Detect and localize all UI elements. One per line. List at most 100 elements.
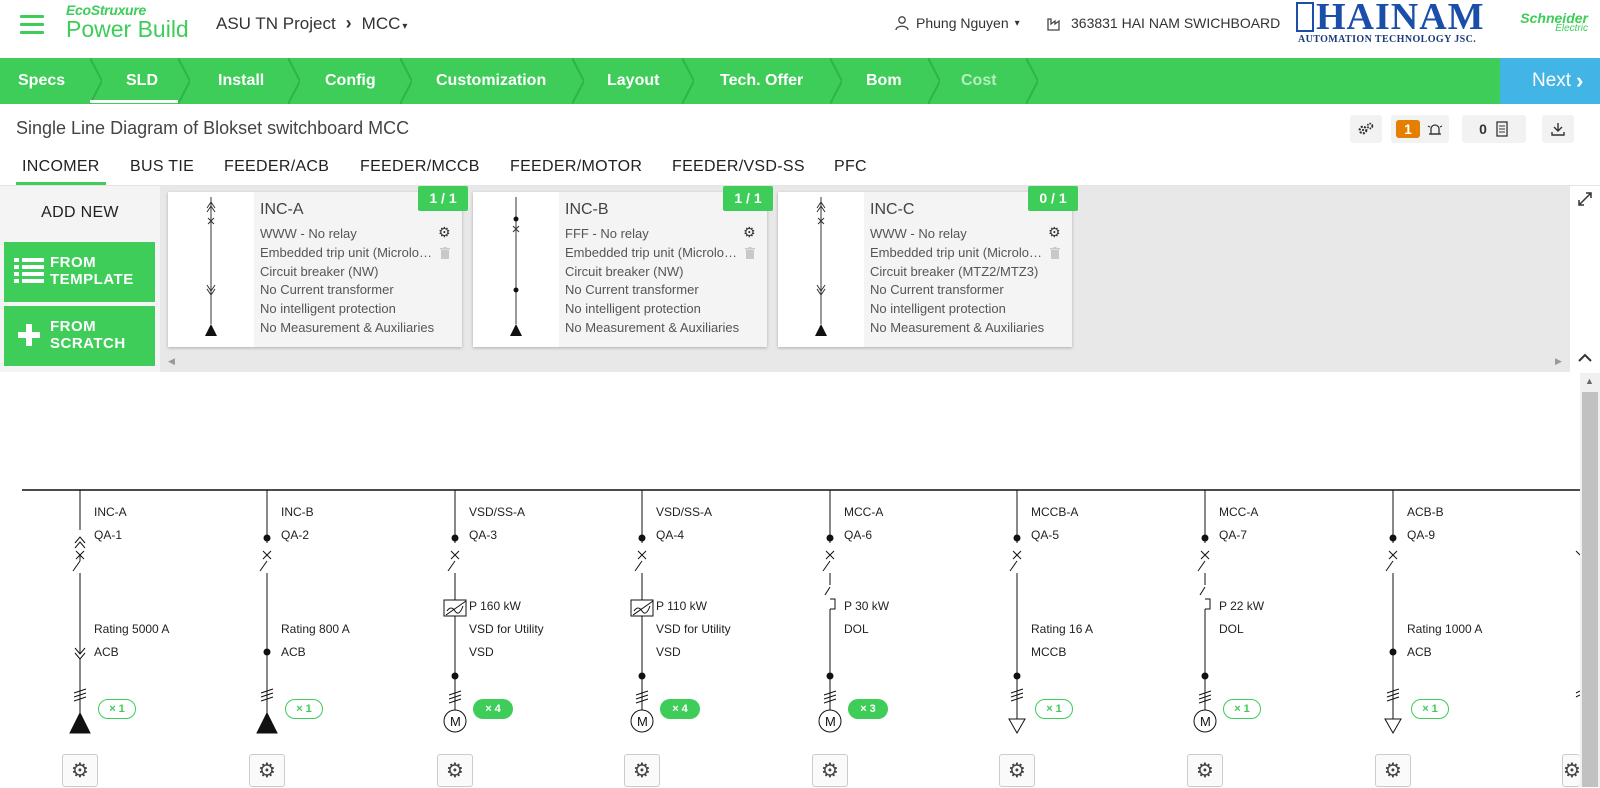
motor-icon: M [1200,714,1211,729]
card-detail: Embedded trip unit (Micrologic) [260,245,435,260]
feeder-detail: Rating 1000 A [1407,622,1483,636]
step-sld[interactable]: SLD [126,58,158,104]
feeder-settings-button[interactable]: ⚙ [1562,754,1580,787]
gear-icon[interactable]: ⚙ [438,224,451,241]
breaker-symbol-icon [205,197,217,336]
step-layout[interactable]: Layout [607,58,659,104]
alerts-button[interactable]: 1 [1391,115,1449,143]
card-detail: No Measurement & Auxiliaries [260,320,435,335]
feeder-name: INC-A [94,505,127,519]
card-detail: Circuit breaker (MTZ2/MTZ3) [870,264,1039,279]
tab-pfc[interactable]: PFC [834,158,867,176]
next-button[interactable]: Next › [1500,58,1600,104]
notes-button[interactable]: 0 [1462,115,1526,143]
hainam-logo: HAINAM AUTOMATION TECHNOLOGY JSC. [1296,0,1496,45]
trash-icon[interactable] [1050,247,1060,262]
user-menu[interactable]: Phung Nguyen ▾ [894,15,1020,31]
incomer-card-inc-c[interactable]: INC-C WWW - No relay Embedded trip unit … [778,186,1078,347]
quantity-badge[interactable]: × 1 [98,699,136,719]
scroll-up-icon[interactable]: ▲ [1585,376,1594,386]
switchboard-selector[interactable]: MCC ▾ [362,14,408,34]
notes-count: 0 [1479,121,1487,137]
tab-feeder-acb[interactable]: FEEDER/ACB [224,158,329,176]
quantity-badge[interactable]: × 1 [1223,699,1261,719]
factory-icon [1047,17,1060,31]
feeder-settings-button[interactable]: ⚙ [1187,754,1223,787]
step-specs[interactable]: Specs [18,58,65,104]
scroll-right-icon[interactable]: ▶ [1555,356,1562,367]
breadcrumb-project[interactable]: ASU TN Project [216,14,336,34]
expand-icon[interactable] [1578,192,1592,209]
strip-side-panel [1570,186,1600,372]
step-bom[interactable]: Bom [866,58,902,104]
feeder-settings-button[interactable]: ⚙ [1375,754,1411,787]
feeder-name: MCC-A [844,505,884,519]
step-config[interactable]: Config [325,58,376,104]
step-separator [830,58,842,104]
card-detail: No Current transformer [870,282,1004,297]
scroll-left-icon[interactable]: ◀ [168,356,175,367]
step-tech-offer[interactable]: Tech. Offer [720,58,803,104]
step-cost[interactable]: Cost [961,58,997,104]
gear-icon[interactable]: ⚙ [1048,224,1061,241]
active-step-indicator [90,100,178,103]
quantity-badge[interactable]: × 3 [848,699,888,719]
menu-icon[interactable] [20,15,44,35]
feeder-settings-button[interactable]: ⚙ [249,754,285,787]
gears-icon [1358,122,1374,135]
hainam-logo-subtext: AUTOMATION TECHNOLOGY JSC. [1298,34,1477,45]
step-install[interactable]: Install [218,58,264,104]
hainam-mark-icon [1296,2,1314,32]
card-detail: Circuit breaker (NW) [260,264,379,279]
quantity-badge[interactable]: × 1 [285,699,323,719]
download-button[interactable] [1542,115,1574,143]
breaker-symbol-icon [815,197,827,336]
step-separator [400,58,412,104]
tab-incomer[interactable]: INCOMER [22,158,100,176]
card-detail: Circuit breaker (NW) [565,264,684,279]
quantity-badge[interactable]: × 4 [473,699,513,719]
card-title: INC-C [870,201,915,218]
feeder-detail: ACB [281,645,306,659]
feeder-detail: P 110 kW [656,599,707,613]
quantity-badge[interactable]: × 1 [1035,699,1073,719]
feeder-code: QA-7 [1219,528,1248,542]
feeder-symbol-mcc-a-2 [1193,490,1217,733]
collapse-icon[interactable] [1578,350,1592,366]
from-scratch-button[interactable]: FROM SCRATCH [4,306,155,366]
trash-icon[interactable] [745,247,755,262]
step-separator [90,58,102,104]
trash-icon[interactable] [440,247,450,262]
feeder-settings-button[interactable]: ⚙ [437,754,473,787]
feeder-settings-button[interactable]: ⚙ [624,754,660,787]
usage-count-badge: 1 / 1 [723,186,773,211]
step-separator [1026,58,1038,104]
card-detail: No Current transformer [260,282,394,297]
step-customization[interactable]: Customization [436,58,546,104]
from-scratch-label: FROM SCRATCH [50,318,126,352]
feeder-detail: ACB [1407,645,1432,659]
feeder-settings-button[interactable]: ⚙ [812,754,848,787]
tab-feeder-motor[interactable]: FEEDER/MOTOR [510,158,642,176]
quantity-badge[interactable]: × 4 [660,699,700,719]
incomer-card-inc-a[interactable]: INC-A WWW - No relay Embedded trip unit … [168,186,468,347]
scrollbar-thumb[interactable] [1582,392,1598,787]
feeder-symbol-acb-b [1384,490,1402,735]
incomer-card-inc-b[interactable]: INC-B FFF - No relay Embedded trip unit … [473,186,773,347]
settings-tool-button[interactable] [1350,115,1382,143]
from-template-button[interactable]: FROM TEMPLATE [4,242,155,302]
tab-feeder-vsd-ss[interactable]: FEEDER/VSD-SS [672,158,805,176]
step-separator [178,58,190,104]
card-detail: Embedded trip unit (Micrologic) [565,245,740,260]
gear-icon[interactable]: ⚙ [743,224,756,241]
tab-bus-tie[interactable]: BUS TIE [130,158,194,176]
step-separator [572,58,584,104]
quantity-badge[interactable]: × 1 [1411,699,1449,719]
card-detail: No intelligent protection [260,301,396,316]
switchboard-name: 363831 HAI NAM SWICHBOARD [1071,15,1281,31]
feeder-detail: ACB [94,645,119,659]
tab-feeder-mccb[interactable]: FEEDER/MCCB [360,158,480,176]
feeder-settings-button[interactable]: ⚙ [999,754,1035,787]
feeder-settings-button[interactable]: ⚙ [62,754,98,787]
sld-canvas: M M M M [22,489,1580,735]
